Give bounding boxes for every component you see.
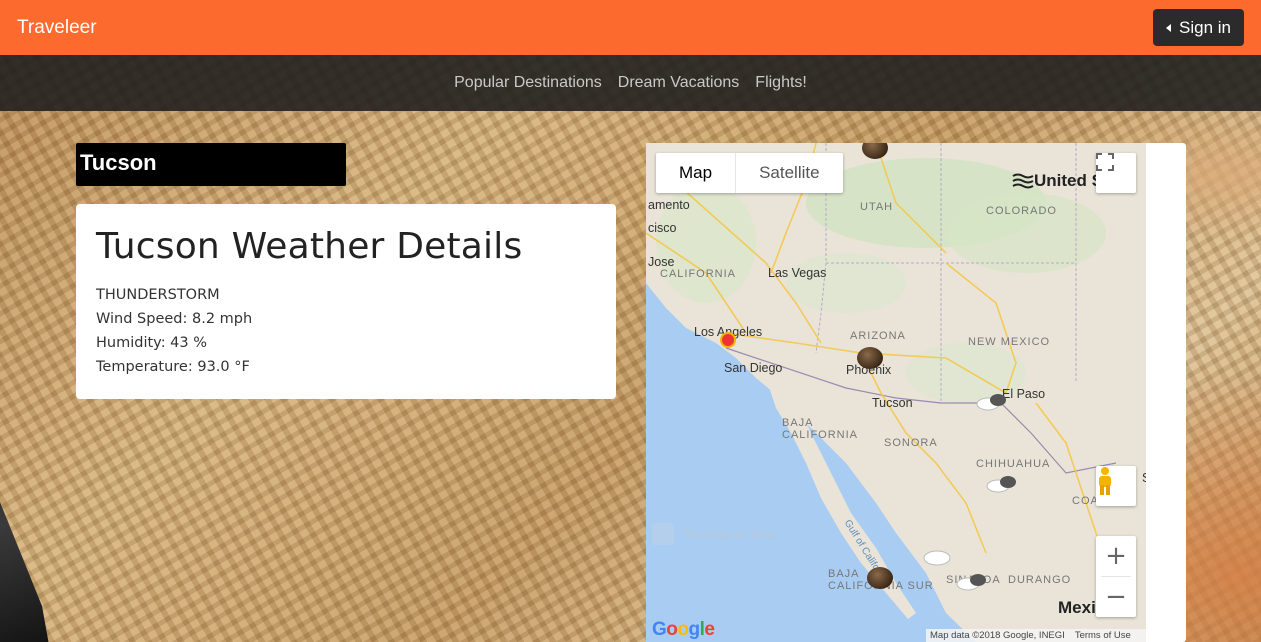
brand-logo[interactable]: Traveleer bbox=[17, 17, 97, 39]
snip-icon bbox=[652, 523, 674, 545]
map-label-baja-california-text: BAJA CALIFORNIA bbox=[782, 417, 859, 441]
caret-left-icon bbox=[1166, 23, 1172, 32]
nav-popular-destinations[interactable]: Popular Destinations bbox=[454, 74, 602, 92]
temperature: Temperature: 93.0 °F bbox=[96, 359, 250, 375]
map-label-san-francisco: cisco bbox=[648, 221, 677, 235]
weather-title: Tucson Weather Details bbox=[96, 226, 523, 267]
map-label-arizona: ARIZONA bbox=[850, 330, 906, 342]
fullscreen-icon bbox=[1096, 153, 1114, 171]
google-logo[interactable]: Google bbox=[652, 619, 715, 641]
map-label-mexico: Mexi bbox=[1058, 598, 1096, 617]
cloud-marker-icon[interactable] bbox=[976, 391, 1010, 411]
weather-card: Tucson Weather Details THUNDERSTORM Wind… bbox=[76, 204, 616, 399]
storm-marker-icon[interactable] bbox=[857, 347, 883, 369]
weather-condition: THUNDERSTORM bbox=[96, 287, 220, 303]
map-label-san-jose: Jose bbox=[648, 255, 675, 269]
wind-speed: Wind Speed: 8.2 mph bbox=[96, 311, 253, 327]
city-heading: Tucson bbox=[76, 143, 346, 186]
pegman-icon bbox=[1099, 467, 1111, 495]
map-type-map-button[interactable]: Map bbox=[656, 153, 735, 193]
map-label-new-mexico: NEW MEXICO bbox=[968, 336, 1051, 348]
map-label-utah: UTAH bbox=[860, 201, 894, 213]
top-bar: Traveleer Sign in bbox=[0, 0, 1261, 55]
map-label-sacramento: amento bbox=[648, 198, 690, 212]
humidity: Humidity: 43 % bbox=[96, 335, 208, 351]
map-label-las-vegas: Las Vegas bbox=[768, 266, 827, 280]
sign-in-label: Sign in bbox=[1179, 17, 1231, 37]
google-map[interactable]: UTAH COLORADO CALIFORNIA ARIZONA NEW MEX… bbox=[646, 143, 1146, 642]
map-type-satellite-button[interactable]: Satellite bbox=[735, 153, 842, 193]
main-nav: Popular Destinations Dream Vacations Fli… bbox=[0, 55, 1261, 111]
map-label-san-diego: San Diego bbox=[724, 361, 783, 375]
map-label-california: CALIFORNIA bbox=[660, 268, 737, 280]
nav-dream-vacations[interactable]: Dream Vacations bbox=[618, 74, 740, 92]
nav-flights[interactable]: Flights! bbox=[755, 74, 807, 92]
snip-label: Rectangular Snip bbox=[684, 527, 777, 541]
map-label-tucson: Tucson bbox=[872, 396, 913, 410]
map-label-baja-california: BAJA CALIFORNIA bbox=[782, 417, 860, 441]
sun-marker-icon[interactable] bbox=[722, 334, 734, 346]
map-label-chihuahua: CHIHUAHUA bbox=[976, 458, 1051, 470]
map-label-durango: DURANGO bbox=[1008, 574, 1072, 586]
map-data-credit: Map data ©2018 Google, INEGI bbox=[930, 630, 1065, 641]
map-label-colorado: COLORADO bbox=[986, 205, 1057, 217]
map-type-control: Map Satellite bbox=[656, 153, 843, 193]
street-view-button[interactable] bbox=[1096, 466, 1136, 506]
cloud-marker-icon[interactable] bbox=[956, 571, 990, 591]
map-attribution: Map data ©2018 Google, INEGI Terms of Us… bbox=[926, 629, 1146, 642]
rectangular-snip: Rectangular Snip bbox=[652, 523, 776, 545]
cloud-marker-icon[interactable] bbox=[986, 473, 1020, 493]
zoom-out-button[interactable]: − bbox=[1096, 577, 1136, 617]
sign-in-button[interactable]: Sign in bbox=[1153, 9, 1244, 46]
zoom-in-button[interactable]: + bbox=[1096, 536, 1136, 576]
terms-of-use-link[interactable]: Terms of Use bbox=[1075, 630, 1131, 641]
map-label-s: S bbox=[1142, 471, 1146, 485]
storm-marker-icon[interactable] bbox=[867, 567, 893, 589]
fullscreen-button[interactable] bbox=[1096, 153, 1136, 193]
cloud-marker-icon[interactable] bbox=[922, 547, 956, 567]
zoom-control: + − bbox=[1096, 536, 1136, 617]
wind-marker-icon[interactable] bbox=[1012, 171, 1034, 191]
map-label-coa: COA bbox=[1072, 495, 1099, 507]
map-panel: UTAH COLORADO CALIFORNIA ARIZONA NEW MEX… bbox=[646, 143, 1186, 642]
map-label-sonora: SONORA bbox=[884, 437, 938, 449]
